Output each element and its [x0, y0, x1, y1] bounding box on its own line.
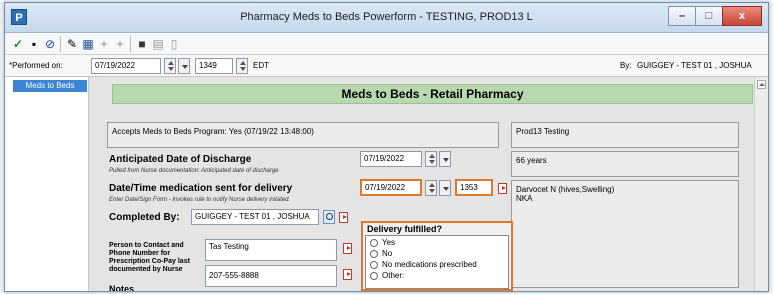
- maximize-button[interactable]: □: [695, 6, 723, 26]
- completed-by-label: Completed By:: [109, 212, 180, 223]
- form-header: Meds to Beds - Retail Pharmacy: [112, 84, 753, 104]
- contact-label: Person to Contact and Phone Number for P…: [109, 242, 190, 273]
- radio-no-medications[interactable]: No medications prescribed: [370, 260, 477, 269]
- discharge-date-field[interactable]: 07/19/2022: [360, 151, 422, 167]
- clear-contact-icon[interactable]: [342, 242, 352, 254]
- performed-date-spinner[interactable]: [164, 58, 176, 74]
- patient-name-box: Prod13 Testing: [511, 122, 739, 148]
- completed-by-field[interactable]: GUIGGEY - TEST 01 , JOSHUA: [191, 209, 319, 225]
- accepts-program-box: Accepts Meds to Beds Program: Yes (07/19…: [107, 122, 499, 148]
- contact-name-field[interactable]: Tas Testing: [205, 239, 337, 261]
- powerform-window: P Pharmacy Meds to Beds Powerform - TEST…: [4, 2, 769, 292]
- notes-label: Notes: [109, 284, 135, 292]
- performed-time-spinner[interactable]: [236, 58, 248, 74]
- radio-circle-icon[interactable]: [370, 271, 378, 280]
- close-button[interactable]: x: [722, 6, 762, 26]
- allergies-box: Darvocet N (hives,Swelling) NKA: [511, 180, 739, 288]
- vertical-scrollbar[interactable]: [754, 77, 768, 291]
- delivery-sent-time-field[interactable]: 1353: [455, 179, 493, 196]
- discharge-label: Anticipated Date of Discharge: [109, 154, 252, 165]
- scroll-up-icon[interactable]: [757, 80, 766, 89]
- by-label: By:: [620, 61, 632, 70]
- age-box: 66 years: [511, 151, 739, 177]
- delivery-sent-sublabel: Enter Date/Sign Form - Invokes rule to n…: [109, 197, 291, 203]
- discharge-sublabel: Pulled from Nurse documentation: Anticip…: [109, 168, 279, 174]
- plus-icon[interactable]: +: [97, 37, 111, 51]
- performed-bar: *Performed on: 07/19/2022 1349 EDT By: G…: [5, 55, 768, 77]
- radio-circle-icon[interactable]: [370, 249, 378, 258]
- radio-other[interactable]: Other:: [370, 271, 404, 280]
- performed-date-field[interactable]: 07/19/2022: [91, 58, 161, 74]
- radio-circle-icon[interactable]: [370, 238, 378, 247]
- search-icon[interactable]: [323, 210, 335, 224]
- by-value: GUIGGEY - TEST 01 , JOSHUA: [637, 61, 752, 70]
- monitor-icon[interactable]: ■: [135, 37, 149, 51]
- title-bar: P Pharmacy Meds to Beds Powerform - TEST…: [5, 3, 768, 33]
- radio-yes[interactable]: Yes: [370, 238, 395, 247]
- toolbar: ✓ ▪ ⊘ ✎ ▦ + + ■ ▤ ▯: [5, 33, 768, 55]
- sidebar: Meds to Beds: [5, 77, 89, 291]
- check-icon[interactable]: ✓: [11, 37, 25, 51]
- window-title: Pharmacy Meds to Beds Powerform - TESTIN…: [240, 11, 533, 23]
- delivery-sent-label: Date/Time medication sent for delivery: [109, 183, 293, 194]
- delivery-sent-date-spinner[interactable]: [425, 180, 437, 196]
- cancel-icon[interactable]: ⊘: [43, 37, 57, 51]
- grid-icon[interactable]: ▤: [151, 37, 165, 51]
- minimize-button[interactable]: –: [668, 6, 696, 26]
- delivery-fulfilled-group: Delivery fulfilled? Yes No No medication…: [361, 221, 513, 291]
- calendar-icon[interactable]: ▦: [81, 37, 95, 51]
- delivery-fulfilled-label: Delivery fulfilled?: [367, 224, 443, 234]
- plus-icon[interactable]: +: [113, 37, 127, 51]
- discharge-date-dropdown[interactable]: [439, 151, 451, 167]
- clear-completed-by-icon[interactable]: [338, 211, 348, 223]
- contact-phone-field[interactable]: 207-555-8888: [205, 265, 337, 287]
- performed-date-dropdown[interactable]: [178, 58, 190, 74]
- sign-form-icon[interactable]: [497, 182, 507, 194]
- delivery-sent-date-field[interactable]: 07/19/2022: [360, 179, 422, 196]
- tool-icon[interactable]: ✎: [65, 37, 79, 51]
- sidebar-item-meds-to-beds[interactable]: Meds to Beds: [13, 80, 87, 92]
- timezone-label: EDT: [253, 61, 269, 70]
- document-icon[interactable]: ▯: [167, 37, 181, 51]
- radio-circle-icon[interactable]: [370, 260, 378, 269]
- performed-on-label: *Performed on:: [9, 61, 63, 70]
- allergy-line: Darvocet N (hives,Swelling): [516, 185, 615, 194]
- radio-no[interactable]: No: [370, 249, 392, 258]
- discharge-date-spinner[interactable]: [425, 151, 437, 167]
- delivery-sent-date-dropdown[interactable]: [439, 180, 451, 196]
- save-icon[interactable]: ▪: [27, 37, 41, 51]
- allergy-line: NKA: [516, 194, 533, 203]
- clear-phone-icon[interactable]: [342, 268, 352, 280]
- performed-time-field[interactable]: 1349: [195, 58, 233, 74]
